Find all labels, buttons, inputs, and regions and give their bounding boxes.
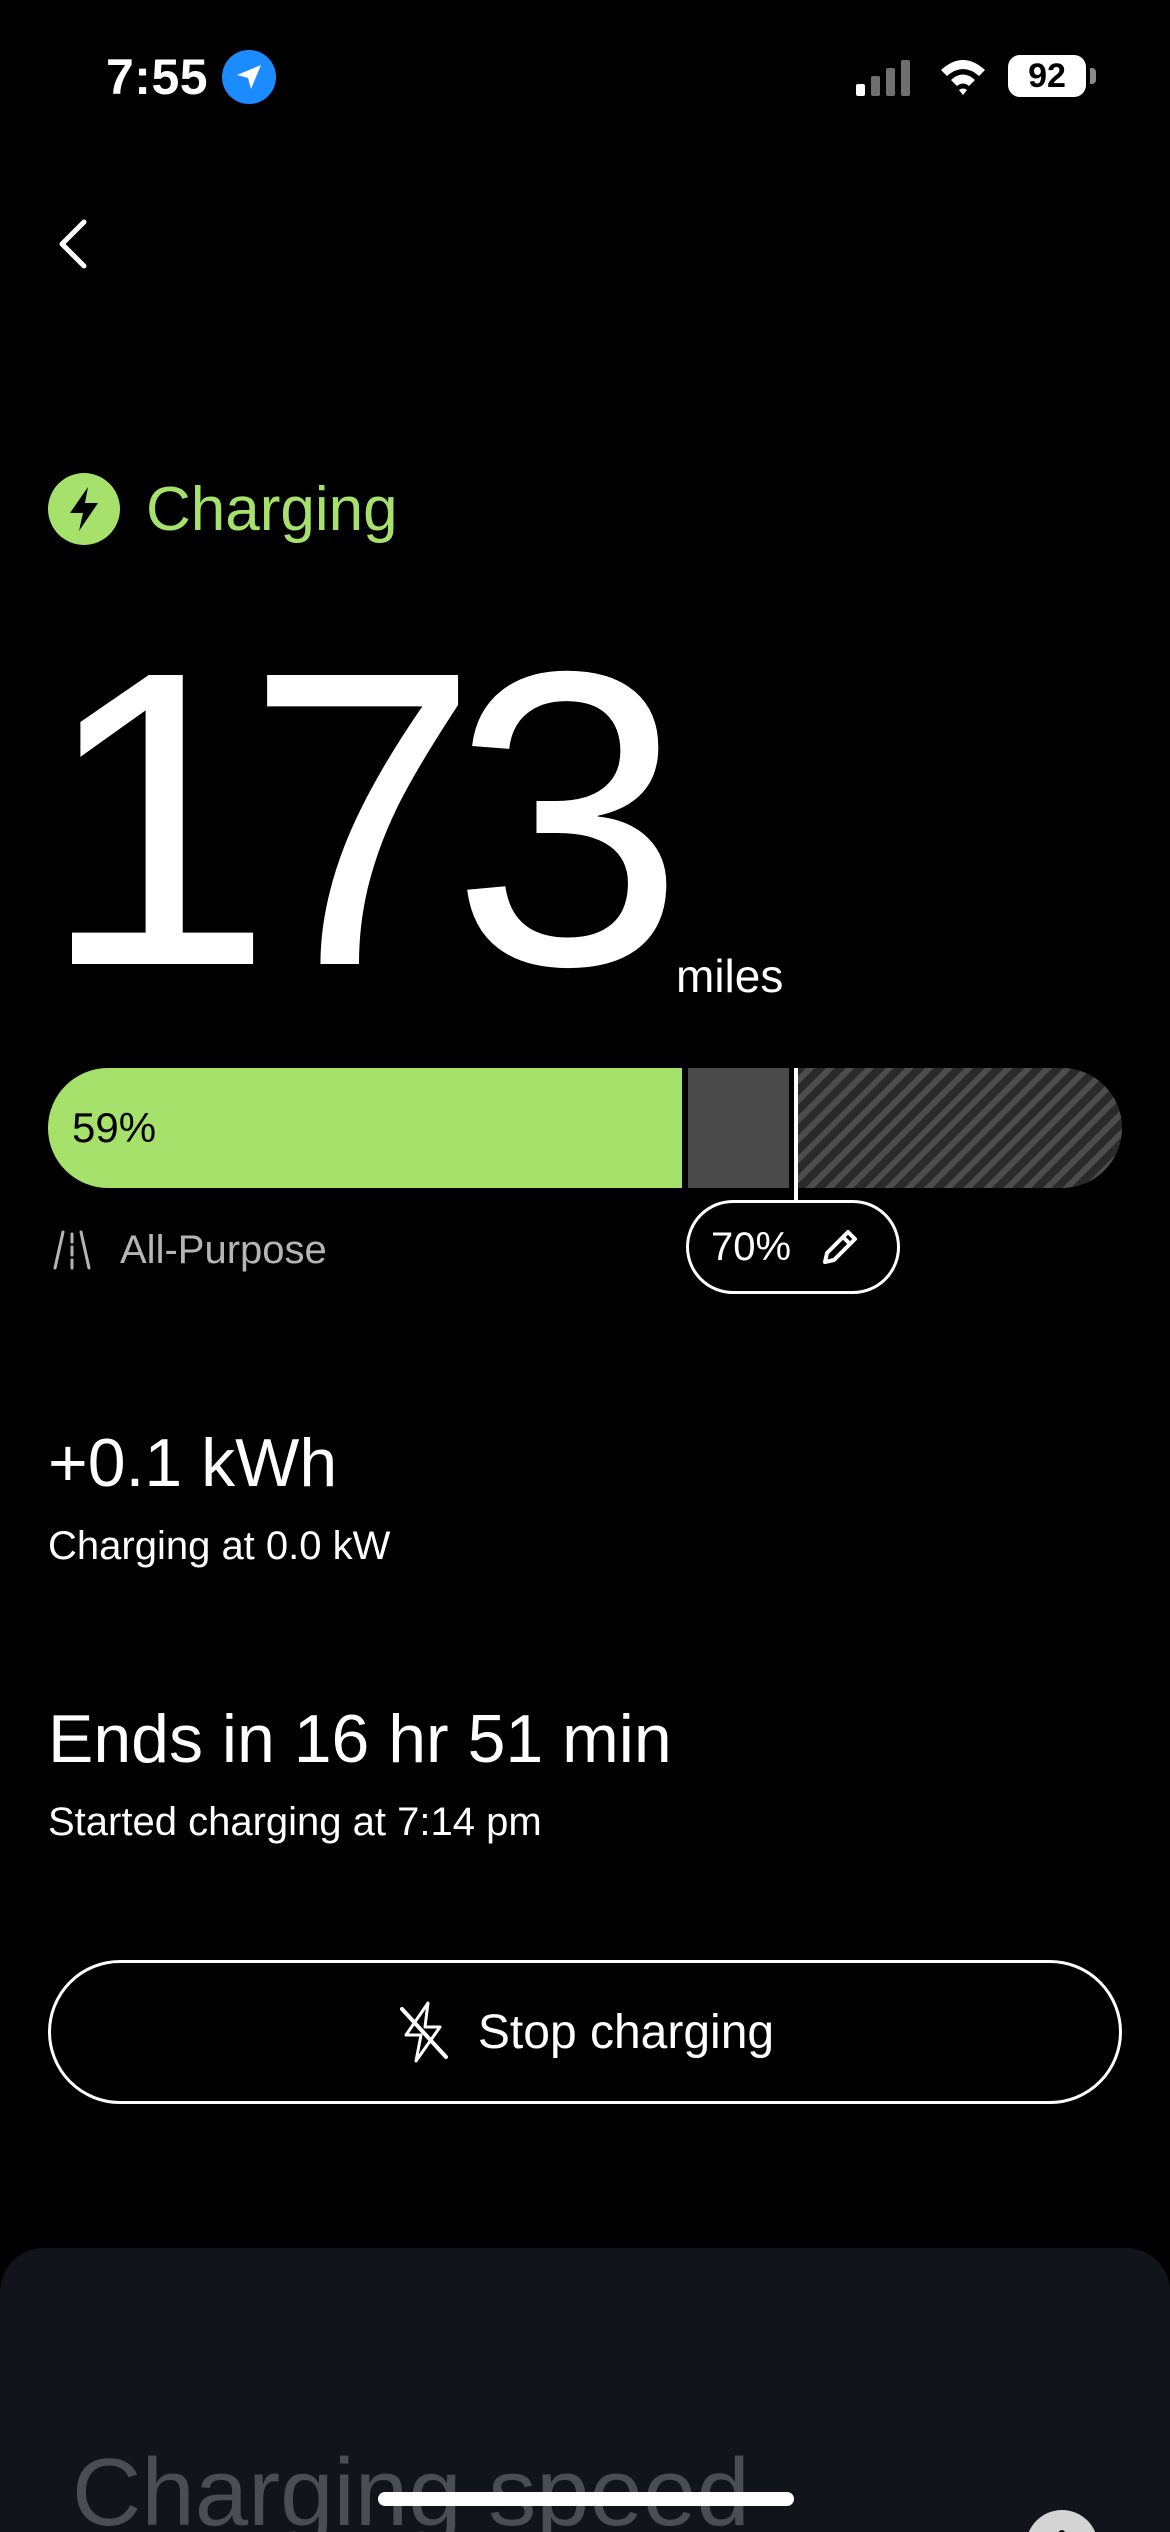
charging-screen: 7:55 92 Charging 173 miles 59% All-Purpo… <box>0 0 1170 2532</box>
lightning-bolt-icon <box>48 473 120 545</box>
pencil-icon <box>823 1230 858 1264</box>
battery-icon: 92 <box>1008 55 1086 97</box>
charge-limit-label: 70% <box>711 1224 792 1269</box>
time-remaining: Ends in 16 hr 51 min <box>48 1701 672 1777</box>
cellular-signal-icon <box>856 60 910 96</box>
home-indicator[interactable] <box>378 2492 794 2506</box>
info-icon[interactable]: i <box>1026 2510 1098 2532</box>
charge-limit-button[interactable]: 70% <box>686 1200 900 1294</box>
charge-mode: All-Purpose <box>52 1222 327 1278</box>
charge-remaining-segment <box>795 1068 1122 1188</box>
charge-mode-label: All-Purpose <box>120 1227 327 1272</box>
status-time: 7:55 <box>106 49 209 105</box>
stop-charging-button[interactable]: Stop charging <box>48 1960 1122 2104</box>
charge-start-time: Started charging at 7:14 pm <box>48 1800 542 1844</box>
no-charging-bolt-icon <box>399 2001 448 2063</box>
road-icon <box>53 1230 91 1270</box>
location-arrow-icon <box>222 50 276 104</box>
charge-limit-marker[interactable] <box>794 1068 798 1200</box>
wifi-icon <box>941 60 985 95</box>
range-unit: miles <box>676 950 784 1002</box>
battery-level-bar: 59% <box>48 1068 1122 1188</box>
battery-cap <box>1090 68 1096 84</box>
battery-percent-label: 59% <box>72 1104 157 1151</box>
charge-rate: Charging at 0.0 kW <box>48 1524 391 1568</box>
charging-status-label: Charging <box>146 474 398 544</box>
chevron-left-icon <box>59 219 87 269</box>
back-button[interactable] <box>46 210 106 280</box>
charging-speed-title: Charging speed <box>72 2439 750 2532</box>
range-value: 173 <box>40 585 685 1054</box>
stop-charging-label: Stop charging <box>477 2005 775 2059</box>
status-bar: 7:55 92 <box>0 0 1170 150</box>
charge-pending-segment <box>688 1068 789 1188</box>
charging-speed-card[interactable]: Charging speed i <box>0 2248 1170 2532</box>
energy-added: +0.1 kWh <box>48 1425 338 1501</box>
charging-status: Charging <box>48 470 398 548</box>
